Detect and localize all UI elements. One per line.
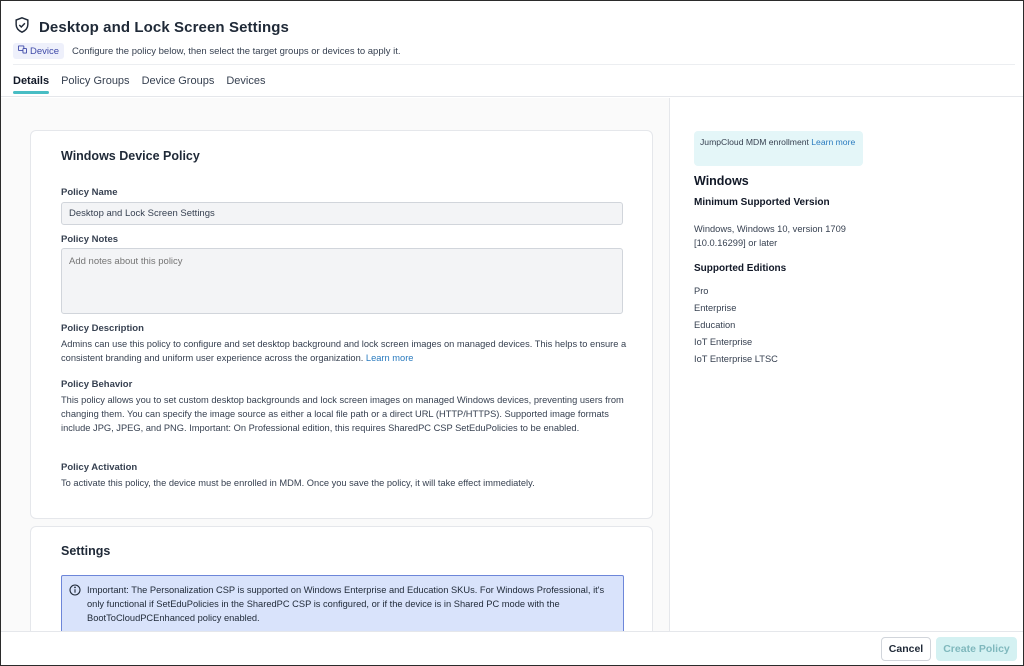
important-notice: Important: The Personalization CSP is su… <box>61 575 624 631</box>
page-subtitle: Configure the policy below, then select … <box>72 45 401 57</box>
device-badge: Device <box>13 43 65 59</box>
mdm-learn-more-link[interactable]: Learn more <box>811 137 855 147</box>
policy-notes-textarea[interactable] <box>61 248 623 314</box>
tab-device-groups[interactable]: Device Groups <box>142 75 215 93</box>
footer-bar: Cancel Create Policy <box>1 631 1023 665</box>
min-version-value: Windows, Windows 10, version 1709 [10.0.… <box>694 224 846 248</box>
os-heading: Windows <box>694 174 749 188</box>
policy-name-input[interactable] <box>61 202 623 225</box>
editions-label: Supported Editions <box>694 263 787 274</box>
policy-description-label: Policy Description <box>61 323 144 334</box>
policy-description: Admins can use this policy to configure … <box>61 337 631 365</box>
shield-check-icon <box>13 16 31 39</box>
editions-list: Pro Enterprise Education IoT Enterprise … <box>694 286 778 371</box>
header-divider <box>13 64 1015 65</box>
edition-item: IoT Enterprise LTSC <box>694 354 778 364</box>
edition-item: Education <box>694 320 736 330</box>
main-content[interactable]: Windows Device Policy Policy Name Policy… <box>1 98 670 631</box>
policy-activation-text: To activate this policy, the device must… <box>61 478 535 488</box>
settings-card: Settings Important: The Personalization … <box>30 526 653 631</box>
policy-name-label: Policy Name <box>61 187 118 198</box>
min-version-label: Minimum Supported Version <box>694 197 830 208</box>
mdm-enrollment-text: JumpCloud MDM enrollment <box>700 137 812 147</box>
edition-item: Enterprise <box>694 303 737 313</box>
tab-policy-groups[interactable]: Policy Groups <box>61 75 129 93</box>
tab-details[interactable]: Details <box>13 75 50 94</box>
edition-item: IoT Enterprise <box>694 337 753 347</box>
edition-item: Pro <box>694 286 709 296</box>
mdm-enrollment-box: JumpCloud MDM enrollment Learn more <box>694 131 863 166</box>
cancel-button[interactable]: Cancel <box>881 637 931 661</box>
tab-devices[interactable]: Devices <box>226 75 265 93</box>
info-circle-icon <box>69 583 81 596</box>
page-title: Desktop and Lock Screen Settings <box>39 19 289 36</box>
policy-activation-label: Policy Activation <box>61 462 138 473</box>
notice-text: Important: The Personalization CSP is su… <box>87 585 605 623</box>
subtitle-row: Device Configure the policy below, then … <box>13 43 401 59</box>
device-badge-label: Device <box>30 45 60 57</box>
policy-behavior-label: Policy Behavior <box>61 379 133 390</box>
tab-bar: Details Policy Groups Device Groups Devi… <box>13 75 265 94</box>
title-row: Desktop and Lock Screen Settings <box>13 16 289 39</box>
info-sidebar: JumpCloud MDM enrollment Learn more Wind… <box>671 98 1023 631</box>
create-policy-button[interactable]: Create Policy <box>936 637 1017 661</box>
policy-description-text: Admins can use this policy to configure … <box>61 339 627 363</box>
policy-card: Windows Device Policy Policy Name Policy… <box>30 130 653 519</box>
learn-more-link[interactable]: Learn more <box>366 353 414 363</box>
page-header: Desktop and Lock Screen Settings Device … <box>1 1 1023 97</box>
policy-behavior-text: This policy allows you to set custom des… <box>61 395 624 433</box>
policy-notes-label: Policy Notes <box>61 234 119 245</box>
settings-card-title: Settings <box>61 544 111 558</box>
policy-card-title: Windows Device Policy <box>61 149 200 163</box>
devices-icon <box>18 45 27 57</box>
